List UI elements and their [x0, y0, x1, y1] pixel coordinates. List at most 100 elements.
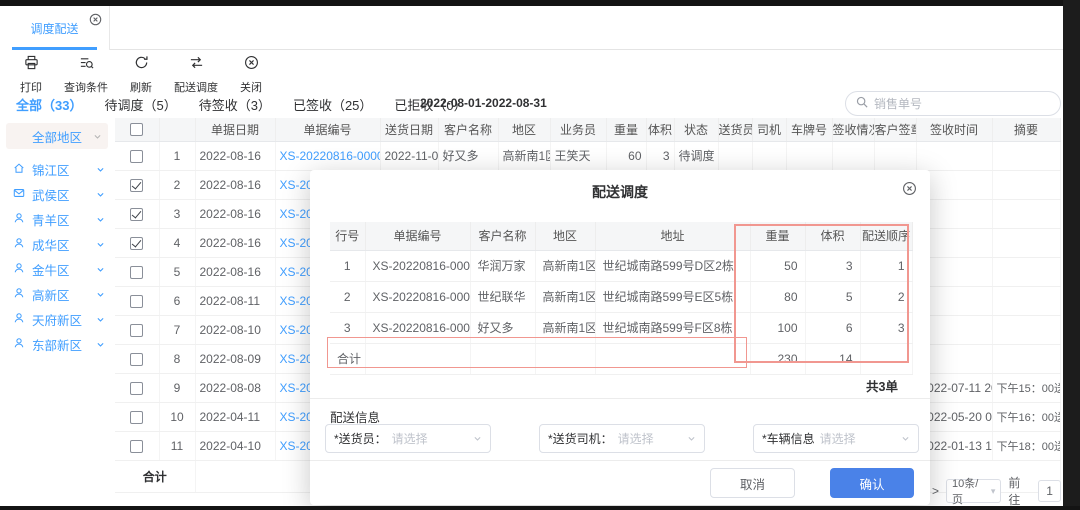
table-row[interactable]: 2 XS-20220816-000016 世纪联华 高新南1区 世纪城南路599…: [330, 281, 912, 312]
status-cell: 待调度: [674, 141, 718, 170]
cancel-button[interactable]: 取消: [710, 468, 795, 498]
column-header: 地址: [595, 222, 750, 250]
modal-close-icon[interactable]: [902, 181, 917, 196]
toolbar-button[interactable]: 打印: [14, 55, 48, 95]
sidebar-region-item[interactable]: 东部新区: [0, 332, 114, 357]
column-header: 签收时间: [916, 118, 992, 141]
dispatch-table-body: 1 XS-20220816-000017 华润万家 高新南1区 世纪城南路599…: [330, 250, 912, 343]
toolbar-button[interactable]: 关闭: [234, 55, 268, 95]
doc-no-cell: XS-20220816-000018: [275, 141, 380, 170]
confirm-button[interactable]: 确认: [830, 468, 914, 498]
row-checkbox[interactable]: [130, 295, 143, 308]
chevron-down-icon[interactable]: [96, 190, 105, 199]
chevron-down-icon: [901, 434, 910, 443]
doc-date-cell: 2022-08-11: [195, 286, 275, 315]
select-all-checkbox[interactable]: [130, 123, 143, 136]
status-filter-tab[interactable]: 已签收（25）: [293, 95, 372, 114]
sidebar-region-item[interactable]: 青羊区: [0, 207, 114, 232]
chevron-down-icon[interactable]: [96, 340, 105, 349]
row-select-cell: [115, 402, 159, 431]
select-dropdown[interactable]: *车辆信息 请选择: [753, 424, 919, 453]
column-header: 单据编号: [275, 118, 380, 141]
column-header: 送货日期: [380, 118, 438, 141]
status-filter-tab[interactable]: 待签收（3）: [199, 95, 271, 114]
document-tab[interactable]: 调度配送: [0, 6, 110, 50]
close-circle-icon: [244, 55, 259, 75]
sidebar-region-item[interactable]: 金牛区: [0, 257, 114, 282]
doc-date-cell: 2022-08-16: [195, 170, 275, 199]
tab-label: 调度配送: [30, 20, 78, 37]
doc-date-cell: 2022-08-09: [195, 344, 275, 373]
status-filter-tab[interactable]: 待调度（5）: [104, 95, 176, 114]
row-checkbox[interactable]: [130, 324, 143, 337]
row-checkbox[interactable]: [130, 440, 143, 453]
search-icon: [856, 95, 868, 113]
chevron-down-icon[interactable]: [96, 165, 105, 174]
row-checkbox[interactable]: [130, 237, 143, 250]
row-select-cell: [115, 199, 159, 228]
table-row[interactable]: 1 XS-20220816-000017 华润万家 高新南1区 世纪城南路599…: [330, 250, 912, 281]
sidebar-region-item[interactable]: 武侯区: [0, 182, 114, 207]
select-dropdown[interactable]: *送货员： 请选择: [325, 424, 491, 453]
sidebar-region-label: 锦江区: [32, 160, 70, 179]
status-filter-tab[interactable]: 全部（33）: [16, 95, 82, 114]
app-window: 订单确认 捡货出库 调度配送: [0, 0, 1080, 510]
toolbar-button[interactable]: 配送调度: [174, 55, 218, 95]
row-select-cell: [115, 257, 159, 286]
row-checkbox[interactable]: [130, 208, 143, 221]
page-number-input[interactable]: 1: [1038, 480, 1061, 502]
divider: [310, 398, 930, 399]
column-header: 地区: [498, 118, 550, 141]
driver-cell: [752, 141, 786, 170]
region-cell: 高新南1区: [535, 281, 595, 312]
weight-cell: 50: [750, 250, 805, 281]
column-header: 体积: [646, 118, 674, 141]
divider: [310, 460, 930, 461]
row-checkbox[interactable]: [130, 353, 143, 366]
toolbar-button[interactable]: 查询条件: [64, 55, 108, 95]
search-input[interactable]: [874, 97, 1034, 111]
table-row[interactable]: 1 2022-08-16 XS-20220816-000018 2022-11-…: [115, 141, 1060, 170]
delivery-order-cell: 1: [860, 250, 912, 281]
orders-table-header-row: 单据日期单据编号送货日期客户名称地区业务员重量体积状态送货员司机车牌号签收情况客…: [115, 118, 1060, 141]
user-icon: [13, 286, 25, 304]
tab-close-icon[interactable]: [89, 13, 102, 26]
select-dropdown[interactable]: *送货司机： 请选择: [539, 424, 705, 453]
table-row[interactable]: 3 XS-20220816-000015 好又多 高新南1区 世纪城南路599号…: [330, 312, 912, 343]
row-checkbox[interactable]: [130, 411, 143, 424]
toolbar-button[interactable]: 刷新: [124, 55, 158, 95]
chevron-down-icon: [687, 434, 696, 443]
region-cell: 高新南1区: [535, 312, 595, 343]
summary-cell: 下午18：00送达: [992, 431, 1060, 460]
user-icon: [13, 261, 25, 279]
delivery-date-cell: 2022-11-07: [380, 141, 438, 170]
page-size-select[interactable]: 10条/页 ▾: [946, 479, 1001, 503]
row-number: 5: [159, 257, 195, 286]
doc-no-link[interactable]: XS-20220816-000018: [280, 149, 381, 163]
sidebar-region-item[interactable]: 天府新区: [0, 307, 114, 332]
chevron-down-icon[interactable]: [96, 265, 105, 274]
row-checkbox[interactable]: [130, 266, 143, 279]
sidebar-region-label: 青羊区: [32, 210, 70, 229]
chevron-down-icon[interactable]: [96, 315, 105, 324]
sidebar-region-item[interactable]: 高新区: [0, 282, 114, 307]
home-icon: [13, 161, 25, 179]
sidebar-region-label: 高新区: [32, 285, 70, 304]
row-checkbox[interactable]: [130, 179, 143, 192]
next-page-icon[interactable]: >: [932, 484, 939, 498]
row-select-cell: [115, 431, 159, 460]
sign-time-cell: [916, 141, 992, 170]
sidebar-region-item[interactable]: 成华区: [0, 232, 114, 257]
dispatch-total-row: 合计 230 14: [330, 343, 912, 374]
column-header: 地区: [535, 222, 595, 250]
search-box[interactable]: [845, 91, 1061, 116]
chevron-down-icon[interactable]: [96, 215, 105, 224]
sidebar-all-regions[interactable]: 全部地区: [6, 123, 108, 149]
sidebar-region-item[interactable]: 锦江区: [0, 157, 114, 182]
weight-cell: 60: [606, 141, 646, 170]
plate-cell: [786, 141, 832, 170]
chevron-down-icon[interactable]: [96, 240, 105, 249]
row-checkbox[interactable]: [130, 382, 143, 395]
chevron-down-icon[interactable]: [96, 290, 105, 299]
row-checkbox[interactable]: [130, 150, 143, 163]
